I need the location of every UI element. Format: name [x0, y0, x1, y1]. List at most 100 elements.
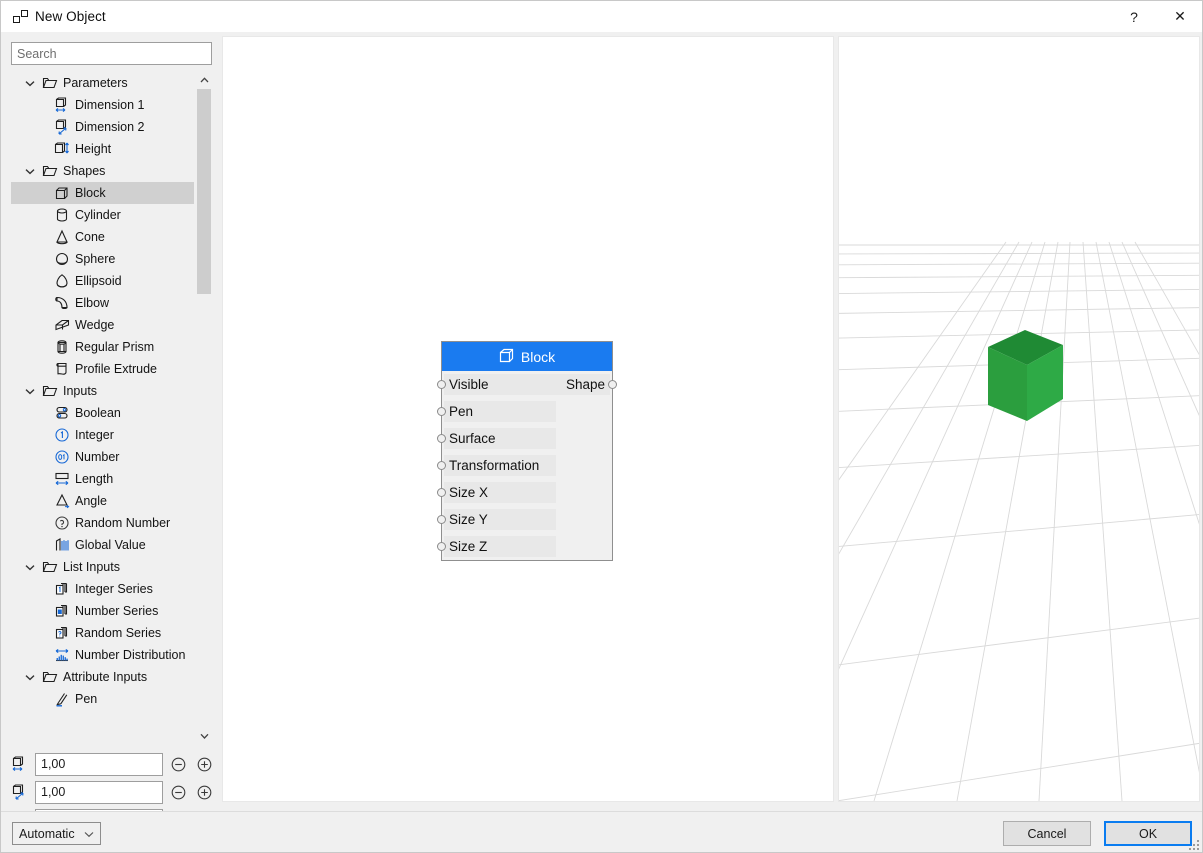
- cancel-button-label: Cancel: [1028, 827, 1067, 841]
- node-input-port[interactable]: [437, 434, 446, 443]
- node-output-slot[interactable]: Shape: [552, 374, 610, 395]
- node-input-slot[interactable]: Size X: [444, 482, 556, 503]
- tree-item-wedge[interactable]: Wedge: [11, 314, 194, 336]
- tree-item-elbow[interactable]: Elbow: [11, 292, 194, 314]
- node-input-label: Size X: [449, 485, 488, 500]
- spinner-row: [1, 778, 222, 806]
- tree-item-dimension-1[interactable]: Dimension 1: [11, 94, 194, 116]
- tree-item-number-series[interactable]: Number Series: [11, 600, 194, 622]
- sphere-icon: [51, 248, 72, 270]
- node-input-slot[interactable]: Transformation: [444, 455, 556, 476]
- tree-item-label: Boolean: [75, 406, 121, 420]
- node-input-slot[interactable]: Size Z: [444, 536, 556, 557]
- ok-button[interactable]: OK: [1104, 821, 1192, 846]
- folder-icon: [39, 380, 60, 402]
- tree-item-global-value[interactable]: Global Value: [11, 534, 194, 556]
- node-input-slot[interactable]: Pen: [444, 401, 556, 422]
- viewport-scene: [839, 37, 1199, 801]
- spinner-increment-button[interactable]: [193, 781, 215, 803]
- tree-item-sphere[interactable]: Sphere: [11, 248, 194, 270]
- node-input-port[interactable]: [437, 380, 446, 389]
- chevron-down-icon[interactable]: [21, 160, 39, 182]
- chevron-down-icon[interactable]: [21, 666, 39, 688]
- node-output-port[interactable]: [608, 380, 617, 389]
- tree-item-random-series[interactable]: Random Series: [11, 622, 194, 644]
- spinner-input[interactable]: [35, 781, 163, 804]
- node-input-slot[interactable]: Surface: [444, 428, 556, 449]
- regular-prism-icon: [51, 336, 72, 358]
- boolean-icon: [51, 402, 72, 424]
- tree-item-ellipsoid[interactable]: Ellipsoid: [11, 270, 194, 292]
- dimension-x-icon: [51, 94, 72, 116]
- tree-item-block[interactable]: Block: [11, 182, 194, 204]
- search-input[interactable]: [11, 42, 212, 65]
- node-input-port[interactable]: [437, 515, 446, 524]
- preview-viewport[interactable]: [838, 36, 1200, 802]
- node-input-port[interactable]: [437, 461, 446, 470]
- tree-item-cylinder[interactable]: Cylinder: [11, 204, 194, 226]
- block-node[interactable]: Block Visible Shape Pen Surface Transformati…: [441, 341, 613, 561]
- tree-item-label: Elbow: [75, 296, 109, 310]
- number-series-icon: [51, 600, 72, 622]
- tree-item-boolean[interactable]: Boolean: [11, 402, 194, 424]
- tree-item-integer[interactable]: Integer: [11, 424, 194, 446]
- mode-dropdown[interactable]: Automatic: [12, 822, 101, 845]
- close-button[interactable]: ✕: [1157, 1, 1203, 32]
- object-tree-list: ParametersDimension 1Dimension 2HeightSh…: [11, 72, 194, 744]
- scrollbar-up-button[interactable]: [196, 72, 212, 88]
- node-editor-canvas[interactable]: Block Visible Shape Pen Surface Transformati…: [222, 36, 834, 802]
- chevron-down-icon[interactable]: [21, 72, 39, 94]
- dimension-x-icon: [9, 753, 29, 775]
- cancel-button[interactable]: Cancel: [1003, 821, 1091, 846]
- tree-item-number[interactable]: Number: [11, 446, 194, 468]
- tree-item-label: Inputs: [63, 384, 97, 398]
- node-input-slot[interactable]: Visible: [444, 374, 556, 395]
- tree-item-dimension-2[interactable]: Dimension 2: [11, 116, 194, 138]
- chevron-down-icon[interactable]: [21, 380, 39, 402]
- tree-item-shapes[interactable]: Shapes: [11, 160, 194, 182]
- tree-item-inputs[interactable]: Inputs: [11, 380, 194, 402]
- tree-item-parameters[interactable]: Parameters: [11, 72, 194, 94]
- node-input-label: Visible: [449, 377, 489, 392]
- node-input-port[interactable]: [437, 542, 446, 551]
- tree-item-label: Pen: [75, 692, 97, 706]
- spinner-increment-button[interactable]: [193, 753, 215, 775]
- tree-item-cone[interactable]: Cone: [11, 226, 194, 248]
- tree-item-label: Cone: [75, 230, 105, 244]
- tree-item-profile-extrude[interactable]: Profile Extrude: [11, 358, 194, 380]
- minus-circle-icon: [171, 785, 186, 800]
- length-icon: [51, 468, 72, 490]
- scrollbar-down-button[interactable]: [196, 728, 212, 744]
- spinner-decrement-button[interactable]: [167, 753, 189, 775]
- help-button[interactable]: ?: [1111, 1, 1157, 32]
- tree-item-label: Integer: [75, 428, 114, 442]
- tree-item-length[interactable]: Length: [11, 468, 194, 490]
- cylinder-icon: [51, 204, 72, 226]
- chevron-down-icon: [200, 733, 209, 739]
- tree-item-integer-series[interactable]: Integer Series: [11, 578, 194, 600]
- node-input-port[interactable]: [437, 407, 446, 416]
- tree-item-list-inputs[interactable]: List Inputs: [11, 556, 194, 578]
- tree-item-number-distribution[interactable]: Number Distribution: [11, 644, 194, 666]
- node-input-port[interactable]: [437, 488, 446, 497]
- tree-item-label: Profile Extrude: [75, 362, 157, 376]
- tree-item-pen[interactable]: Pen: [11, 688, 194, 710]
- cone-icon: [51, 226, 72, 248]
- tree-item-height[interactable]: Height: [11, 138, 194, 160]
- node-port-row: Size X: [442, 479, 612, 506]
- tree-item-label: Wedge: [75, 318, 114, 332]
- tree-item-regular-prism[interactable]: Regular Prism: [11, 336, 194, 358]
- node-output-label: Shape: [566, 377, 605, 392]
- tree-scrollbar[interactable]: [196, 72, 212, 744]
- resize-grip-icon[interactable]: [1189, 840, 1201, 852]
- tree-item-angle[interactable]: Angle: [11, 490, 194, 512]
- node-input-slot[interactable]: Size Y: [444, 509, 556, 530]
- block-node-header[interactable]: Block: [442, 342, 612, 371]
- spinner-input[interactable]: [35, 753, 163, 776]
- new-object-icon: [12, 9, 30, 25]
- scrollbar-thumb[interactable]: [197, 89, 211, 294]
- spinner-decrement-button[interactable]: [167, 781, 189, 803]
- tree-item-random-number[interactable]: Random Number: [11, 512, 194, 534]
- tree-item-attribute-inputs[interactable]: Attribute Inputs: [11, 666, 194, 688]
- chevron-down-icon[interactable]: [21, 556, 39, 578]
